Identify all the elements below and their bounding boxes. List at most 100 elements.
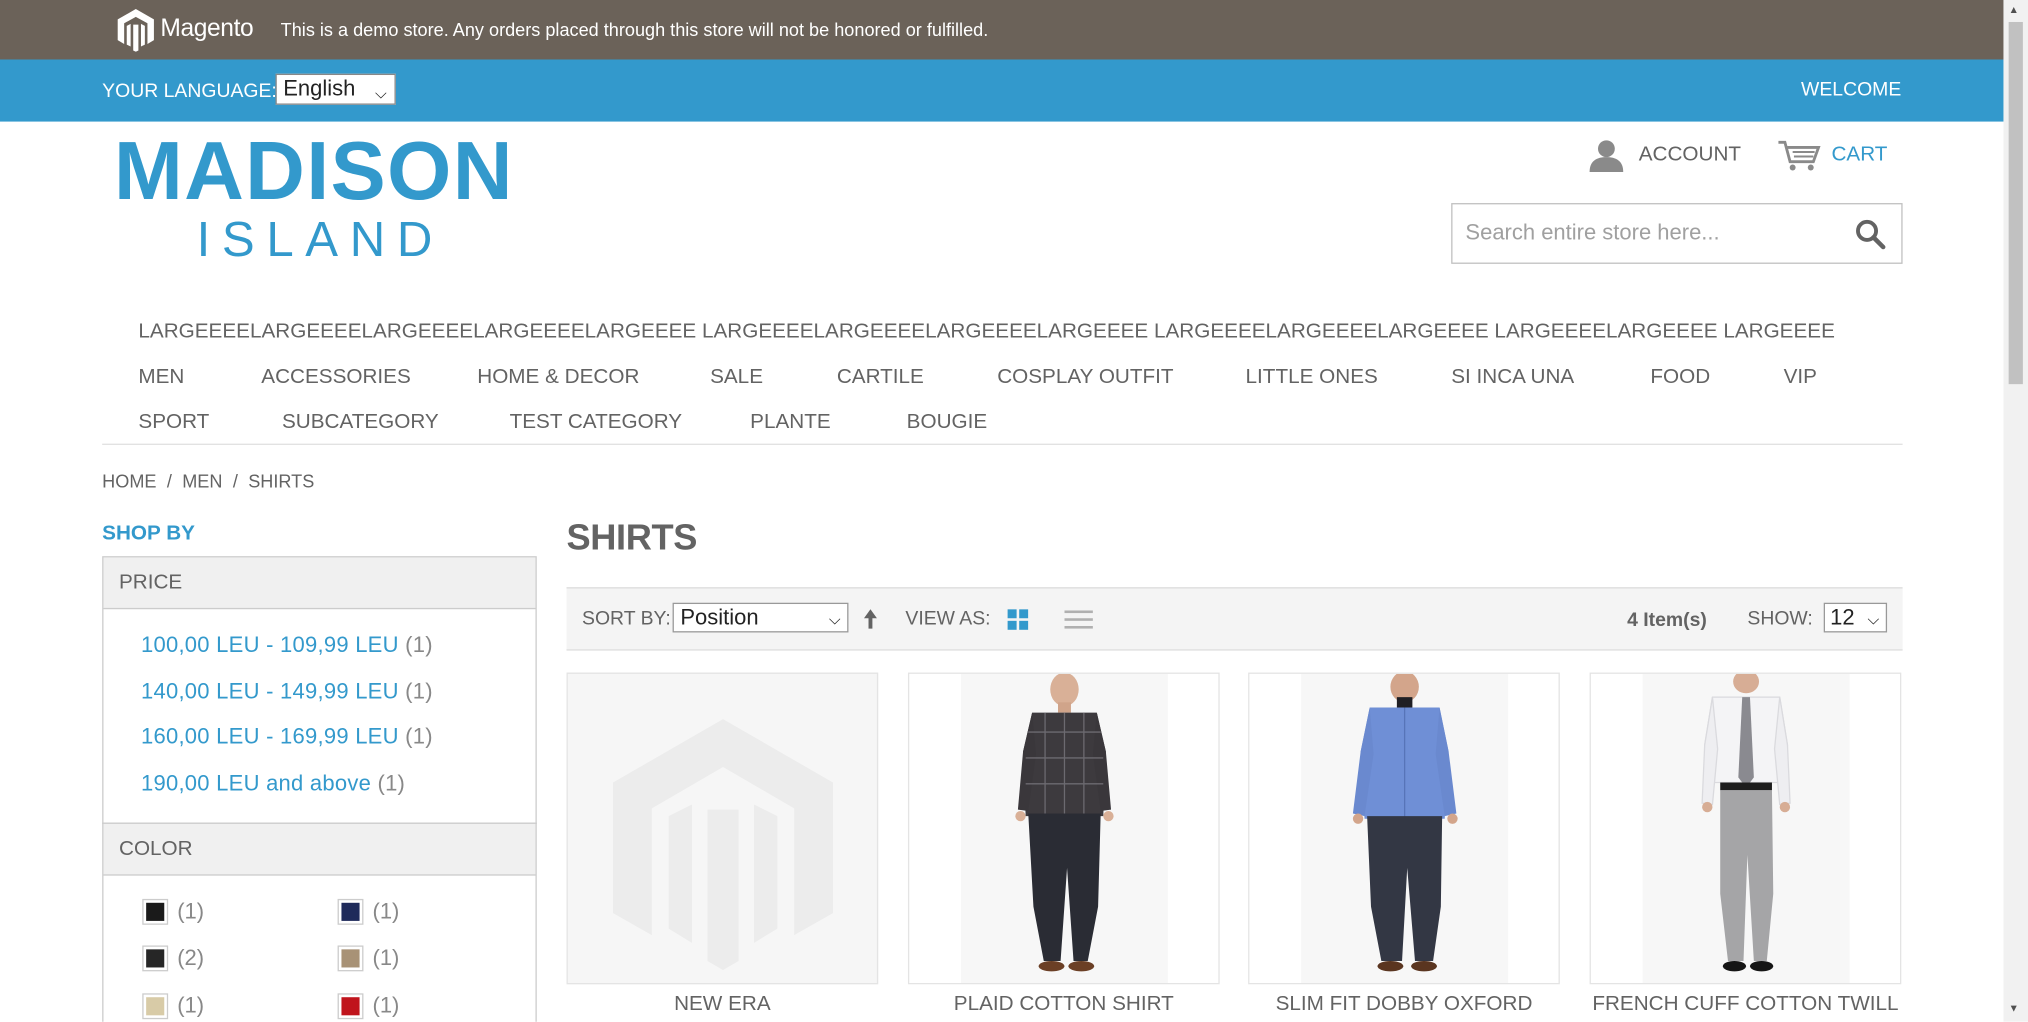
show-label: SHOW: xyxy=(1747,607,1813,630)
nav-item-men[interactable]: MEN xyxy=(138,366,184,389)
search-icon[interactable] xyxy=(1855,219,1886,250)
store-logo[interactable]: MADISON ISLAND xyxy=(114,129,528,269)
breadcrumb: HOME / MEN / SHIRTS xyxy=(102,471,314,492)
price-filter-heading: PRICE xyxy=(103,557,536,610)
color-filter-heading: COLOR xyxy=(103,823,536,876)
swatch-fill xyxy=(146,997,165,1016)
welcome-link[interactable]: WELCOME xyxy=(1801,79,1901,101)
product-name[interactable]: SLIM FIT DOBBY OXFORD xyxy=(1248,993,1560,1016)
product-item[interactable]: SLIM FIT DOBBY OXFORD xyxy=(1248,672,1560,1017)
search-box[interactable]: Search entire store here... xyxy=(1451,203,1903,264)
product-item[interactable]: FRENCH CUFF COTTON TWILL xyxy=(1589,672,1902,1017)
price-option-count: (1) xyxy=(405,678,433,703)
swatch-count: (1) xyxy=(372,945,400,971)
nav-item-vip[interactable]: VIP xyxy=(1784,366,1817,389)
price-option-label: 160,00 LEU - 169,99 LEU xyxy=(140,724,399,749)
swatch-box xyxy=(337,898,364,925)
breadcrumb-men[interactable]: MEN xyxy=(182,471,222,492)
language-bar: YOUR LANGUAGE: English ⌵ WELCOME xyxy=(0,59,2004,122)
nav-item-test-category[interactable]: TEST CATEGORY xyxy=(510,411,682,434)
color-filter: COLOR (1) (1) (2) (1) (1) (1) xyxy=(102,822,537,1022)
color-swatch-grid: (1) (1) (2) (1) (1) (1) xyxy=(103,876,535,1022)
scrollbar-thumb[interactable] xyxy=(2008,21,2023,385)
breadcrumb-shirts: SHIRTS xyxy=(248,470,315,492)
page-scrollbar[interactable]: ▲ ▼ xyxy=(2003,0,2028,1022)
nav-item-subcategory[interactable]: SUBCATEGORY xyxy=(282,411,439,434)
nav-item-food[interactable]: FOOD xyxy=(1650,366,1710,389)
show-per-page-select[interactable]: 12 ⌵ xyxy=(1823,602,1888,633)
product-image[interactable] xyxy=(907,672,1220,985)
product-name[interactable]: FRENCH CUFF COTTON TWILL xyxy=(1590,993,1902,1016)
swatch-fill xyxy=(146,949,165,968)
product-image[interactable] xyxy=(1248,672,1560,985)
view-as-label: VIEW AS: xyxy=(905,607,991,630)
search-input[interactable]: Search entire store here... xyxy=(1465,220,1719,246)
sort-by-select[interactable]: Position ⌵ xyxy=(672,602,849,633)
nav-item-accessories[interactable]: ACCESSORIES xyxy=(261,366,411,389)
color-swatch[interactable]: (1) xyxy=(337,993,399,1020)
color-swatch[interactable]: (1) xyxy=(142,993,204,1020)
price-option[interactable]: 100,00 LEU - 109,99 LEU (1) xyxy=(141,632,535,678)
grid-view-icon[interactable] xyxy=(1007,609,1029,630)
price-option[interactable]: 160,00 LEU - 169,99 LEU (1) xyxy=(141,724,535,770)
language-label: YOUR LANGUAGE: xyxy=(102,80,277,103)
list-view-icon[interactable] xyxy=(1064,609,1093,630)
price-option-count: (1) xyxy=(377,770,406,795)
nav-item-largeeee[interactable]: LARGEEEELARGEEEELARGEEEELARGEEEELARGEEEE… xyxy=(138,321,1834,344)
product-item[interactable]: NEW ERA xyxy=(566,672,879,1017)
nav-item-home-decor[interactable]: HOME & DECOR xyxy=(477,366,639,389)
swatch-box xyxy=(337,945,364,972)
product-image[interactable] xyxy=(566,672,879,985)
color-swatch[interactable]: (1) xyxy=(337,898,399,925)
color-swatch[interactable]: (2) xyxy=(142,945,205,972)
chevron-down-icon: ⌵ xyxy=(374,84,387,103)
swatch-fill xyxy=(146,902,165,921)
account-link[interactable]: ACCOUNT xyxy=(1588,138,1742,173)
swatch-box xyxy=(142,993,169,1020)
nav-item-si-inca-una[interactable]: SI INCA UNA xyxy=(1451,366,1574,389)
cart-link[interactable]: CART xyxy=(1777,138,1887,172)
show-per-page-value: 12 xyxy=(1830,605,1855,630)
color-swatch[interactable]: (1) xyxy=(142,898,204,925)
magento-logo-icon xyxy=(117,9,154,52)
demo-notice-text: This is a demo store. Any orders placed … xyxy=(280,19,989,41)
demo-notice-bar: Magento This is a demo store. Any orders… xyxy=(0,0,2004,60)
account-label: ACCOUNT xyxy=(1638,143,1742,166)
scroll-down-arrow-icon[interactable]: ▼ xyxy=(2009,1002,2019,1014)
nav-item-cartile[interactable]: CARTILE xyxy=(837,366,924,389)
nav-divider xyxy=(102,443,1903,445)
product-item[interactable]: PLAID COTTON SHIRT xyxy=(907,672,1220,1017)
items-count: 4 Item(s) xyxy=(1627,609,1707,632)
swatch-count: (2) xyxy=(177,945,205,971)
chevron-down-icon: ⌵ xyxy=(828,610,841,629)
plaid-shirt-photo xyxy=(960,673,1168,983)
sort-by-label: SORT BY: xyxy=(582,607,671,630)
nav-item-bougie[interactable]: BOUGIE xyxy=(907,411,987,434)
magento-placeholder-icon xyxy=(613,719,833,971)
breadcrumb-home[interactable]: HOME xyxy=(102,471,156,492)
swatch-fill xyxy=(341,949,360,968)
sort-by-value: Position xyxy=(680,605,759,630)
nav-item-plante[interactable]: PLANTE xyxy=(750,411,831,434)
blue-shirt-photo xyxy=(1301,673,1509,983)
price-option-count: (1) xyxy=(405,724,433,749)
nav-item-sale[interactable]: SALE xyxy=(710,366,763,389)
sort-direction-icon[interactable] xyxy=(861,607,879,630)
nav-item-little-ones[interactable]: LITTLE ONES xyxy=(1246,366,1378,389)
product-name[interactable]: NEW ERA xyxy=(567,993,879,1016)
product-image[interactable] xyxy=(1589,672,1902,985)
scroll-up-arrow-icon[interactable]: ▲ xyxy=(2009,4,2019,16)
nav-item-sport[interactable]: SPORT xyxy=(138,411,209,434)
nav-item-cosplay-outfit[interactable]: COSPLAY OUTFIT xyxy=(997,366,1173,389)
chevron-down-icon: ⌵ xyxy=(1867,610,1880,629)
language-select[interactable]: English ⌵ xyxy=(275,73,396,105)
price-option-label: 100,00 LEU - 109,99 LEU xyxy=(140,632,399,658)
swatch-fill xyxy=(341,997,360,1016)
white-shirt-photo xyxy=(1642,673,1850,983)
price-option[interactable]: 140,00 LEU - 149,99 LEU (1) xyxy=(141,678,535,724)
cart-label: CART xyxy=(1831,143,1888,166)
magento-logo: Magento xyxy=(116,8,254,52)
price-option[interactable]: 190,00 LEU and above (1) xyxy=(141,770,535,816)
product-name[interactable]: PLAID COTTON SHIRT xyxy=(908,993,1220,1016)
color-swatch[interactable]: (1) xyxy=(337,945,400,972)
